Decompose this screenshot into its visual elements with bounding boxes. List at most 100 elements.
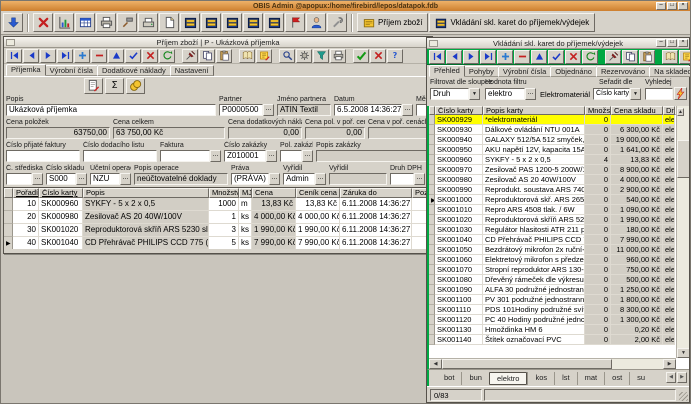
sort-value[interactable]: Číslo karty [593, 88, 630, 100]
table-row[interactable]: 20SK000980Zesilovač AS 20 40W/100V1ks4 0… [4, 211, 432, 224]
group-tab-bot[interactable]: bot [437, 372, 461, 385]
table-row[interactable]: SK001010Repro ARS 4508 tlak. / 6W01 090,… [429, 205, 689, 215]
main-archive-1-button[interactable] [180, 13, 200, 32]
table-row[interactable]: SK001140Štítek označovací PVC02,00 Kčele… [429, 335, 689, 345]
c-strediska-lookup-button[interactable]: ... [32, 173, 43, 185]
filter-value-lookup-button[interactable]: ... [525, 88, 536, 100]
pol-zakazky-lookup-button[interactable]: ... [302, 150, 313, 162]
table-row[interactable]: SK000940GALAXY 512/5A 512 smyček, max. 5… [429, 135, 689, 145]
cislo-skladu-lookup-button[interactable]: ... [76, 173, 87, 185]
task-button-vkládání-skl.-karet-do-příjemek/výdejek[interactable]: Vkládání skl. karet do příjemek/výdejek [429, 13, 595, 32]
group-scroll-left-button[interactable]: ◀ [666, 372, 676, 383]
horizontal-scrollbar[interactable]: ◀ ▶ [429, 358, 676, 369]
prava-lookup-button[interactable]: ... [269, 173, 280, 185]
column-header-číslo-karty[interactable]: Číslo karty [39, 188, 83, 198]
receipt-tab-dodatkové-náklady[interactable]: Dodatkové náklady [97, 65, 171, 76]
main-archive-3-button[interactable] [222, 13, 242, 32]
insert-titlebar[interactable]: Vkládání skl. karet do příjemek/výdejek … [427, 38, 689, 49]
receipt-recalc-button[interactable] [84, 78, 103, 94]
resize-grip[interactable] [679, 392, 688, 401]
group-tab-ost[interactable]: ost [604, 372, 629, 385]
scroll-right-button[interactable]: ▶ [663, 359, 676, 369]
insert-first-button[interactable] [429, 50, 445, 64]
chevron-down-icon[interactable]: ▼ [630, 88, 641, 100]
column-header-cena[interactable]: Cena [252, 188, 296, 198]
receipt-post-button[interactable] [125, 49, 141, 63]
table-row[interactable]: SK001110PDS 101Hodiny podružné svítící L… [429, 305, 689, 315]
ucetni-operace-input[interactable]: NZU [90, 173, 120, 185]
receipt-help-button[interactable]: ? [387, 49, 403, 63]
receipt-delete-button[interactable] [91, 49, 107, 63]
insert-prior-button[interactable] [446, 50, 462, 64]
receipt-first-button[interactable] [6, 49, 22, 63]
main-archive-2-button[interactable] [201, 13, 221, 32]
sort-combo[interactable]: Číslo karty▼ [593, 88, 641, 100]
main-service-button[interactable] [117, 13, 137, 32]
faktura-input[interactable] [160, 150, 210, 162]
insert-post-button[interactable] [548, 50, 564, 64]
group-tab-su[interactable]: su [629, 372, 652, 385]
vyridil-lookup-button[interactable]: ... [315, 173, 326, 185]
table-row[interactable]: 10SK000960SYKFY - 5 x 2 x 0,51000m13,83 … [4, 198, 432, 211]
column-header-množství[interactable]: Množství [209, 188, 239, 198]
task-button-příjem-zboží[interactable]: Příjem zboží [357, 13, 428, 32]
table-row[interactable]: SK000990Reprodukt. soustava ARS 7401 slo… [429, 185, 689, 195]
table-row[interactable]: SK001050Bezdrátový mikrofon 2x ruční+při… [429, 245, 689, 255]
maximize-button[interactable]: □ [667, 2, 677, 10]
main-print-button[interactable] [96, 13, 116, 32]
receipt-insert-button[interactable] [74, 49, 90, 63]
table-row[interactable]: SK000929*elektromateriál0elektro [429, 115, 689, 125]
cislo-skladu-input[interactable]: S000 [46, 173, 76, 185]
maximize-button[interactable]: □ [667, 39, 677, 47]
receipt-edit-button[interactable] [108, 49, 124, 63]
cislo-dodaciho-listu-input[interactable] [83, 150, 157, 162]
receipt-settings-button[interactable] [296, 49, 312, 63]
datum-input[interactable]: 6.5.2008 14:36:27 [334, 104, 402, 116]
column-header-záruka-do[interactable]: Záruka do [340, 188, 412, 198]
insert-edit-button[interactable] [531, 50, 547, 64]
receipt-next-button[interactable] [40, 49, 56, 63]
receipt-catalog-button[interactable] [239, 49, 255, 63]
table-row[interactable]: SK000960SYKFY - 5 x 2 x 0,5413,83 Kčelek… [429, 155, 689, 165]
receipt-tab-nastavení[interactable]: Nastavení [170, 65, 214, 76]
popis-input[interactable]: Ukázková příjemka [6, 104, 216, 116]
table-row[interactable]: SK000930Dálkové ovládání NTU 001A06 300,… [429, 125, 689, 135]
scroll-up-button[interactable]: ▲ [677, 108, 684, 116]
insert-cancel-button[interactable] [565, 50, 581, 64]
horizontal-scroll-thumb[interactable] [442, 359, 612, 369]
insert-tab-pohyby[interactable]: Pohyby [464, 66, 499, 77]
receipt-filter-button[interactable] [313, 49, 329, 63]
receipt-tab-příjemka[interactable]: Příjemka [6, 64, 46, 76]
faktura-lookup-button[interactable]: ... [210, 150, 221, 162]
receipt-cancel-button[interactable] [142, 49, 158, 63]
prava-input[interactable]: (PRÁVA) [231, 173, 269, 185]
row-indicator-header[interactable] [4, 188, 13, 198]
insert-paste-button[interactable] [639, 50, 655, 64]
filter-column-value[interactable]: Druh [430, 88, 469, 100]
main-users-button[interactable] [306, 13, 326, 32]
table-row[interactable]: SK001030Regulátor hlasitosti ATR 211 pod… [429, 225, 689, 235]
system-menu-icon[interactable] [6, 39, 15, 46]
system-menu-icon[interactable] [429, 40, 438, 47]
column-header-popis-karty[interactable]: Popis karty [483, 106, 585, 115]
insert-delete-button[interactable] [514, 50, 530, 64]
receipt-prior-button[interactable] [23, 49, 39, 63]
table-row[interactable]: SK001120PC 40 Hodiny podružné jednostran… [429, 315, 689, 325]
receipt-storno-button[interactable] [370, 49, 386, 63]
insert-tab-rezervováno[interactable]: Rezervováno [596, 66, 650, 77]
insert-insert-button[interactable] [497, 50, 513, 64]
table-row[interactable]: SK001060Elektretový mikrofon s předzesil… [429, 255, 689, 265]
druh-dph-lookup-button[interactable]: ... [414, 173, 425, 185]
main-statistics-button[interactable] [54, 13, 74, 32]
insert-catalog-button[interactable] [662, 50, 678, 64]
table-row[interactable]: ▶40SK001040CD Přehrávač PHILIPS CCD 775 … [4, 237, 432, 249]
receipt-sum-button[interactable]: Σ [105, 78, 124, 94]
insert-tab-na-skladech[interactable]: Na skladech [649, 66, 691, 77]
main-archive-5-button[interactable] [264, 13, 284, 32]
minimize-button[interactable]: – [656, 2, 666, 10]
group-tab-bun[interactable]: bun [461, 372, 489, 385]
insert-tab-výrobní-čísla[interactable]: Výrobní čísla [498, 66, 551, 77]
receipt-last-button[interactable] [57, 49, 73, 63]
column-header-mj[interactable]: MJ [239, 188, 252, 198]
search-execute-button[interactable] [674, 87, 687, 100]
